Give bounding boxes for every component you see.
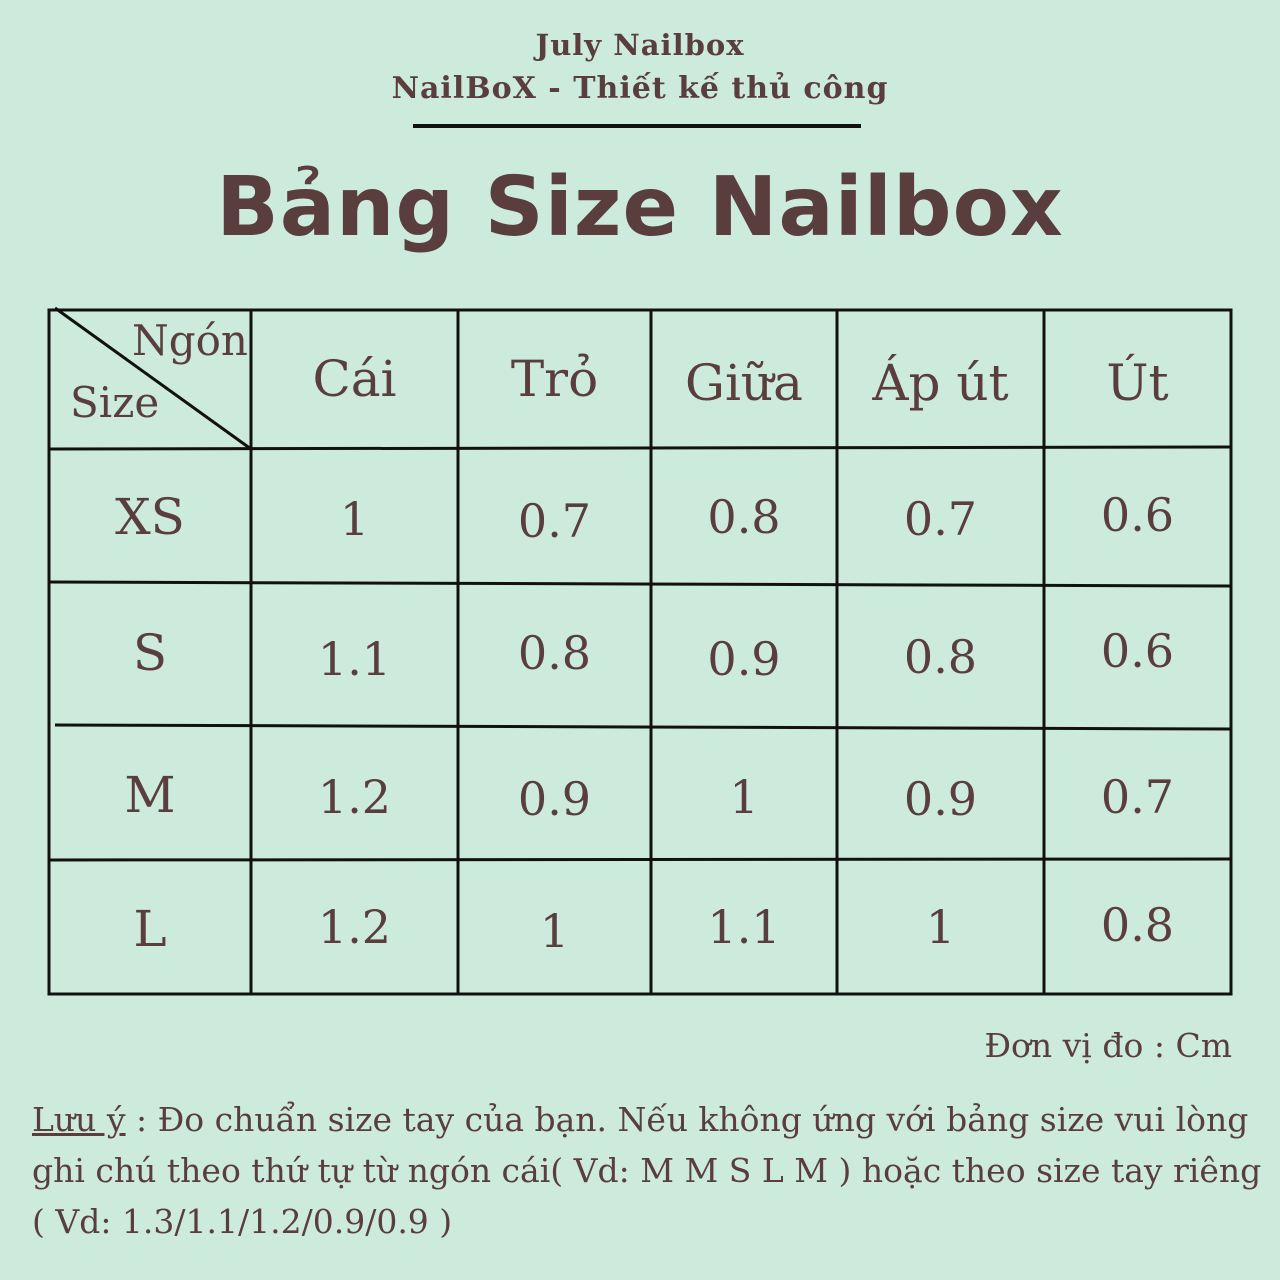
table-cell: 1.1 <box>707 900 781 954</box>
corner-label-size: Size <box>70 378 160 427</box>
note-text: Đo chuẩn size tay của bạn. Nếu không ứng… <box>32 1100 1262 1241</box>
row-label-l: L <box>133 900 167 958</box>
column-header-ring: Áp út <box>872 354 1009 412</box>
table-cell: 0.7 <box>903 492 978 546</box>
table-cell: 0.8 <box>1100 898 1175 952</box>
table-cell: 0.6 <box>1100 624 1175 678</box>
table-cell: 0.7 <box>1100 770 1175 824</box>
unit-note: Đơn vị đo : Cm <box>984 1026 1232 1065</box>
table-cell: 1 <box>539 904 570 958</box>
table-cell: 1.2 <box>317 770 392 824</box>
table-cell: 1 <box>925 900 956 954</box>
corner-label-finger: Ngón <box>132 316 248 365</box>
table-cell: 1 <box>729 770 759 824</box>
column-header-index: Trỏ <box>510 350 599 408</box>
table-cell: 1.1 <box>317 632 392 686</box>
row-label-xs: XS <box>115 488 185 546</box>
note-label: Lưu ý <box>32 1100 126 1139</box>
table-cell: 0.8 <box>903 630 978 684</box>
table-cell: 0.8 <box>707 490 781 544</box>
note-separator: : <box>125 1100 158 1139</box>
table-cell: 0.9 <box>707 632 781 686</box>
table-cell: 0.7 <box>517 494 592 548</box>
table-cell: 0.6 <box>1100 488 1175 542</box>
table-cell: 1.2 <box>317 900 392 954</box>
row-label-m: M <box>124 766 176 824</box>
column-header-pinky: Út <box>1106 354 1169 412</box>
note-block: Lưu ý : Đo chuẩn size tay của bạn. Nếu k… <box>32 1094 1262 1247</box>
table-cell: 0.9 <box>903 772 978 826</box>
table-cell: 0.9 <box>517 772 592 826</box>
column-header-thumb: Cái <box>312 350 397 408</box>
row-label-s: S <box>132 624 168 682</box>
table-cell: 1 <box>339 492 370 546</box>
column-header-middle: Giữa <box>685 354 803 412</box>
row-divider <box>48 857 1232 862</box>
table-cell: 0.8 <box>517 626 592 680</box>
row-divider <box>54 723 1232 731</box>
row-divider <box>48 445 1232 451</box>
row-divider <box>48 580 1232 588</box>
